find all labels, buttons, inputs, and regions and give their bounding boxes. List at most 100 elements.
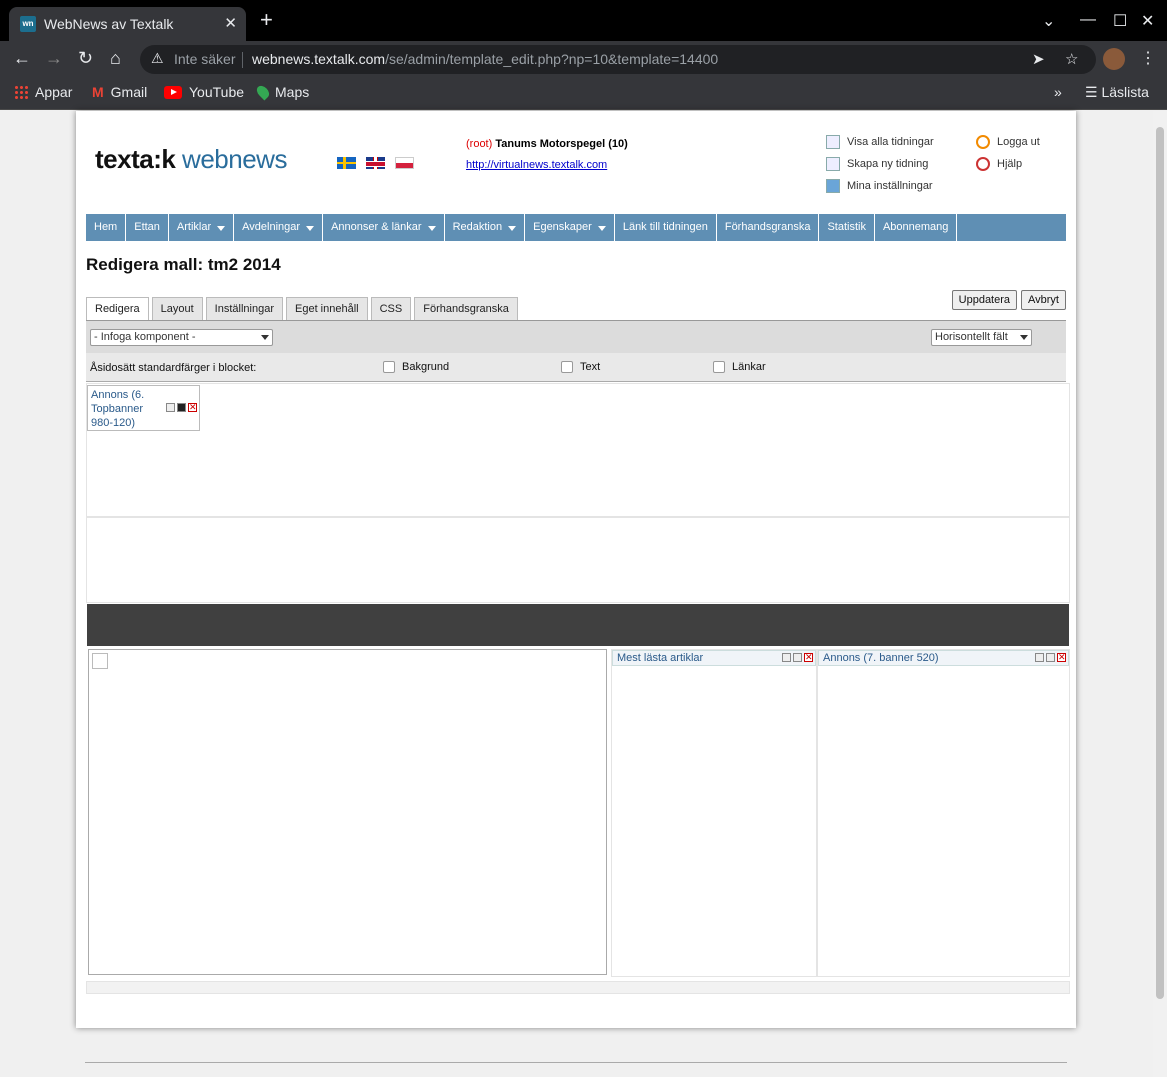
profile-avatar[interactable] xyxy=(1103,48,1125,70)
back-icon[interactable]: ← xyxy=(13,49,31,67)
template-block-bottom[interactable] xyxy=(86,981,1070,994)
quick-link-show-papers[interactable]: Visa alla tidningar xyxy=(826,135,934,149)
security-status: Inte säker xyxy=(174,51,236,67)
quick-link-logout[interactable]: Logga ut xyxy=(976,135,1040,149)
top-banner-component[interactable]: Annons (6. Topbanner 980-120) xyxy=(87,385,200,431)
more-menu-icon[interactable]: ⋮ xyxy=(1140,48,1156,68)
update-button[interactable]: Uppdatera xyxy=(951,290,1018,310)
warning-icon: ⚠ xyxy=(151,50,164,66)
template-block-top[interactable] xyxy=(86,383,1070,517)
browser-tab[interactable]: wn WebNews av Textalk ✕ xyxy=(9,7,246,41)
menu-avdelningar[interactable]: Avdelningar xyxy=(234,214,324,241)
browser-titlebar: wn WebNews av Textalk ✕ + ⌄ — ☐ ✕ xyxy=(0,0,1167,41)
page-scrollbar[interactable] xyxy=(1153,111,1167,1077)
minimize-icon[interactable]: — xyxy=(1080,11,1096,29)
admin-page: texta:k webnews (root) Tanums Motorspege… xyxy=(76,111,1076,1028)
most-read-block[interactable]: Mest lästa artiklar xyxy=(611,649,817,977)
quick-link-help[interactable]: Hjälp xyxy=(976,157,1022,171)
tab-forhandsgranska[interactable]: Förhandsgranska xyxy=(414,297,518,320)
forward-icon[interactable]: → xyxy=(45,49,63,67)
menu-redaktion[interactable]: Redaktion xyxy=(445,214,526,241)
text-checkbox[interactable]: Text xyxy=(561,361,600,373)
menu-egenskaper[interactable]: Egenskaper xyxy=(525,214,615,241)
apps-grid-icon xyxy=(14,85,28,99)
tab-redigera[interactable]: Redigera xyxy=(86,297,149,320)
page-title: Redigera mall: tm2 2014 xyxy=(86,255,281,274)
reading-list[interactable]: ☰ Läslista xyxy=(1085,84,1149,101)
tab-installningar[interactable]: Inställningar xyxy=(205,297,283,320)
menu-artiklar[interactable]: Artiklar xyxy=(169,214,235,241)
new-tab-button[interactable]: + xyxy=(260,9,273,31)
banner-520-component[interactable]: Annons (7. banner 520) xyxy=(818,650,1069,666)
quick-link-settings[interactable]: Mina inställningar xyxy=(826,179,933,193)
chevron-down-icon xyxy=(261,335,269,340)
reload-icon[interactable]: ↻ xyxy=(78,49,93,67)
template-block-dark-bar[interactable] xyxy=(87,604,1069,646)
move-right-icon[interactable] xyxy=(177,403,186,412)
url-text[interactable]: webnews.textalk.com/se/admin/template_ed… xyxy=(252,51,718,67)
address-bar[interactable]: ⚠ Inte säker webnews.textalk.com/se/admi… xyxy=(140,45,1096,74)
tab-layout[interactable]: Layout xyxy=(151,297,203,320)
quick-link-new-paper[interactable]: Skapa ny tidning xyxy=(826,157,928,171)
menu-annonser[interactable]: Annonser & länkar xyxy=(323,214,445,241)
bookmark-gmail[interactable]: M Gmail xyxy=(92,84,147,100)
tab-eget-innehall[interactable]: Eget innehåll xyxy=(286,297,368,320)
send-icon[interactable]: ➤ xyxy=(1032,50,1045,68)
youtube-icon xyxy=(164,85,182,99)
tab-css[interactable]: CSS xyxy=(370,297,412,320)
cancel-button[interactable]: Avbryt xyxy=(1021,290,1066,310)
banner-520-block[interactable]: Annons (7. banner 520) xyxy=(817,649,1070,977)
close-window-icon[interactable]: ✕ xyxy=(1141,11,1154,31)
move-left-icon[interactable] xyxy=(166,403,175,412)
checkbox-box[interactable] xyxy=(713,361,725,373)
more-bookmarks-icon[interactable]: » xyxy=(1054,84,1062,100)
menu-statistik[interactable]: Statistik xyxy=(819,214,875,241)
new-paper-icon xyxy=(826,157,840,171)
maps-icon xyxy=(254,83,272,101)
bookmark-maps[interactable]: Maps xyxy=(254,83,309,101)
editor-tabs: Redigera Layout Inställningar Eget inneh… xyxy=(86,297,518,320)
background-checkbox[interactable]: Bakgrund xyxy=(383,361,449,373)
move-down-icon[interactable] xyxy=(793,653,802,662)
menu-hem[interactable]: Hem xyxy=(86,214,127,241)
close-tab-icon[interactable]: ✕ xyxy=(224,14,237,32)
swedish-flag-icon[interactable] xyxy=(337,157,356,169)
bookmark-apps[interactable]: Appar xyxy=(14,84,72,100)
most-read-component[interactable]: Mest lästa artiklar xyxy=(612,650,816,666)
root-tag: (root) xyxy=(466,138,493,150)
scrollbar-thumb[interactable] xyxy=(1156,127,1164,999)
checkbox-box[interactable] xyxy=(383,361,395,373)
english-flag-icon[interactable] xyxy=(366,157,385,169)
links-checkbox[interactable]: Länkar xyxy=(713,361,766,373)
user-settings-icon xyxy=(826,179,840,193)
move-up-icon[interactable] xyxy=(1035,653,1044,662)
delete-icon[interactable] xyxy=(1057,651,1066,663)
color-override-row: Åsidosätt standardfärger i blocket: Bakg… xyxy=(86,353,1066,382)
current-paper: (root) Tanums Motorspegel (10) xyxy=(466,138,628,150)
polish-flag-icon[interactable] xyxy=(395,157,414,169)
home-icon[interactable]: ⌂ xyxy=(110,49,121,67)
delete-icon[interactable] xyxy=(804,651,813,663)
checkbox-box[interactable] xyxy=(561,361,573,373)
orientation-select[interactable]: Horisontellt fält xyxy=(931,329,1032,346)
image-placeholder[interactable] xyxy=(88,649,607,975)
paper-url-link[interactable]: http://virtualnews.textalk.com xyxy=(466,159,607,171)
textalk-webnews-logo[interactable]: texta:k webnews xyxy=(95,144,287,175)
chevron-down-icon xyxy=(508,226,517,231)
menu-lank-till-tidningen[interactable]: Länk till tidningen xyxy=(615,214,717,241)
menu-abonnemang[interactable]: Abonnemang xyxy=(875,214,958,241)
maximize-icon[interactable]: ☐ xyxy=(1113,11,1127,31)
star-icon[interactable]: ☆ xyxy=(1065,50,1078,68)
tab-search-icon[interactable]: ⌄ xyxy=(1042,11,1055,31)
menu-forhandsgranska[interactable]: Förhandsgranska xyxy=(717,214,820,241)
move-down-icon[interactable] xyxy=(1046,653,1055,662)
bookmark-youtube[interactable]: YouTube xyxy=(164,84,244,100)
template-block-empty[interactable] xyxy=(86,517,1070,603)
insert-component-select[interactable]: - Infoga komponent - xyxy=(90,329,273,346)
move-up-icon[interactable] xyxy=(782,653,791,662)
page-viewport: texta:k webnews (root) Tanums Motorspege… xyxy=(0,111,1167,1077)
menu-ettan[interactable]: Ettan xyxy=(126,214,169,241)
footer-divider xyxy=(85,1062,1067,1063)
delete-icon[interactable] xyxy=(188,401,197,413)
gmail-icon: M xyxy=(92,84,104,100)
